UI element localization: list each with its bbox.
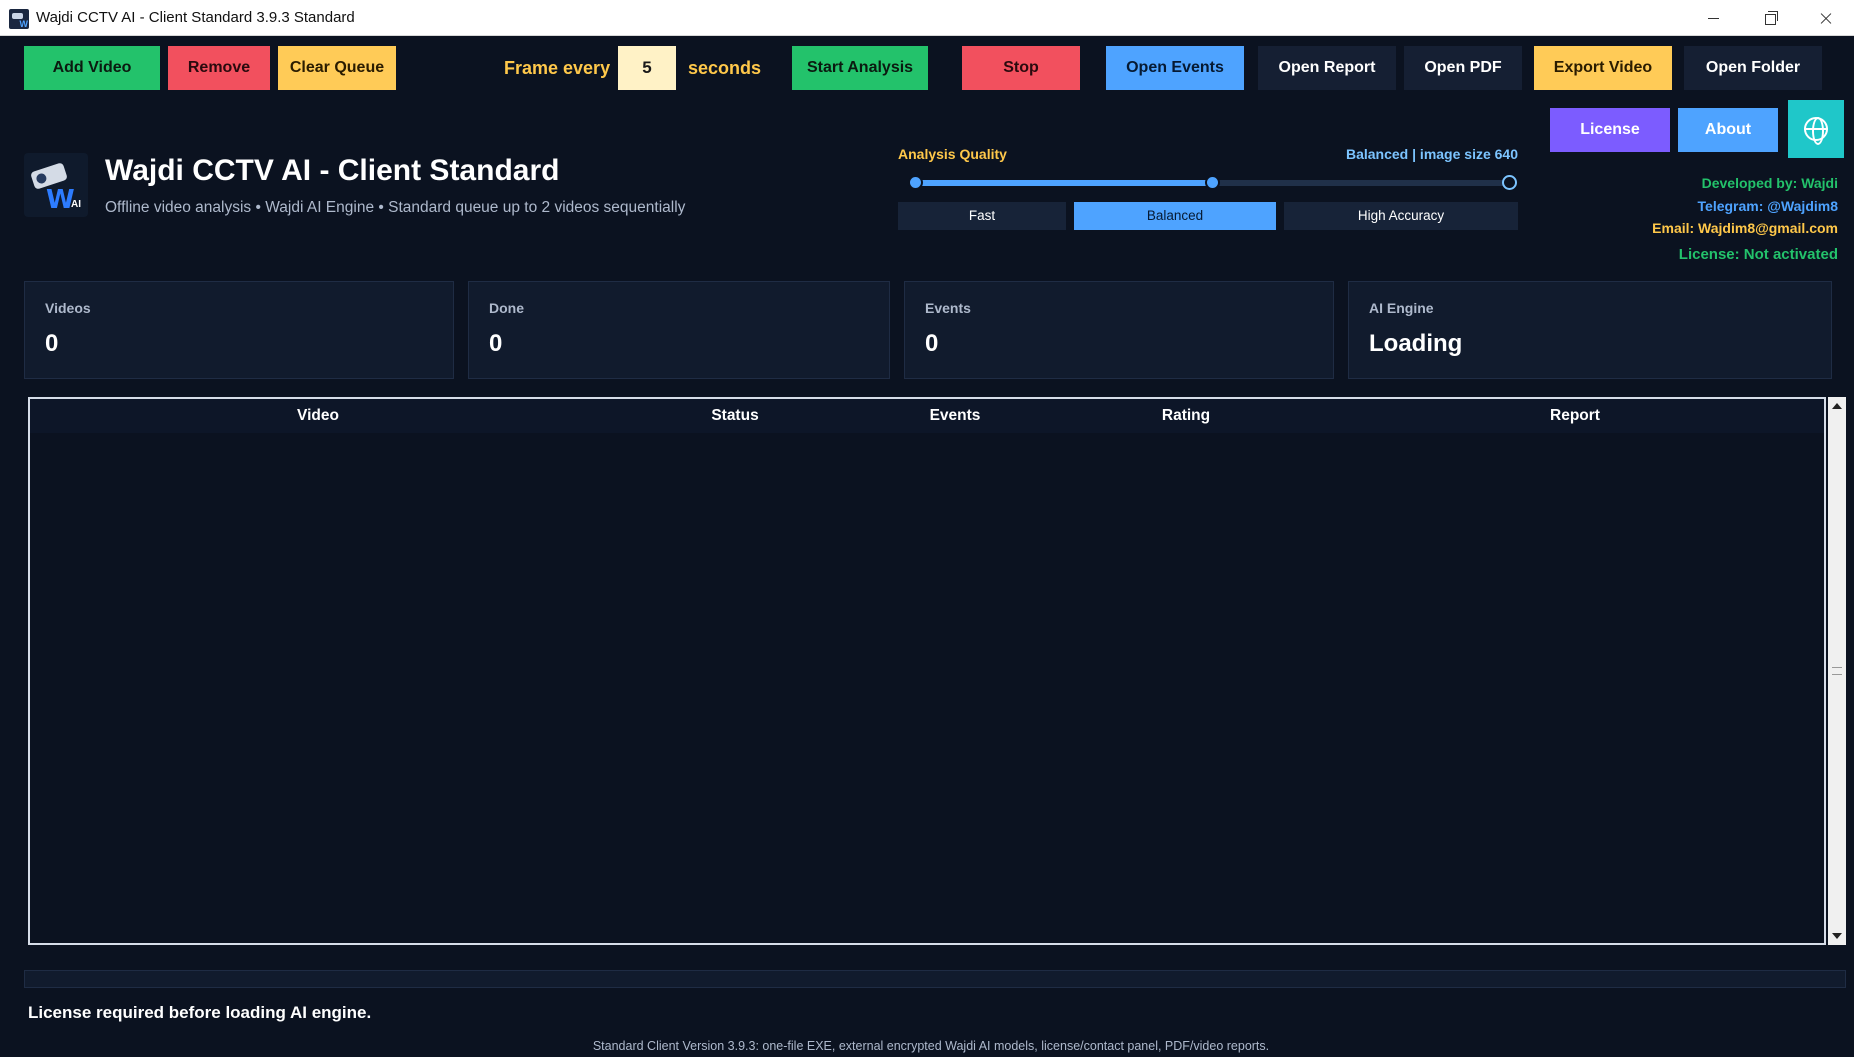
footer-version-info: Standard Client Version 3.9.3: one-file … <box>592 1039 1270 1053</box>
stat-card-ai-engine: AI Engine Loading <box>1348 281 1832 379</box>
scroll-down-icon[interactable] <box>1828 927 1846 945</box>
app-icon <box>9 9 29 29</box>
scroll-grip[interactable] <box>1832 667 1842 675</box>
stat-card-videos: Videos 0 <box>24 281 454 379</box>
start-analysis-button[interactable]: Start Analysis <box>792 46 928 90</box>
quality-stop-fast[interactable] <box>908 175 923 190</box>
open-pdf-button[interactable]: Open PDF <box>1404 46 1522 90</box>
stat-card-events: Events 0 <box>904 281 1334 379</box>
quality-slider-thumb[interactable] <box>1205 175 1220 190</box>
stop-button[interactable]: Stop <box>962 46 1080 90</box>
quality-value: Balanced | image size 640 <box>1345 146 1518 162</box>
quality-option-balanced[interactable]: Balanced <box>1074 202 1276 230</box>
license-status: License: Not activated <box>1678 246 1838 263</box>
open-events-button[interactable]: Open Events <box>1106 46 1244 90</box>
minimize-icon[interactable] <box>1686 0 1742 36</box>
column-header-rating[interactable]: Rating <box>1046 399 1326 433</box>
window-title: Wajdi CCTV AI - Client Standard 3.9.3 St… <box>36 9 355 26</box>
quality-slider[interactable] <box>908 175 1517 190</box>
scroll-up-icon[interactable] <box>1828 397 1846 415</box>
quality-stop-high[interactable] <box>1502 175 1517 190</box>
table-header: Video Status Events Rating Report <box>30 399 1824 433</box>
quality-option-high-accuracy[interactable]: High Accuracy <box>1284 202 1518 230</box>
stat-value: 0 <box>489 330 503 357</box>
frame-interval-input[interactable]: 5 <box>618 46 676 90</box>
add-video-button[interactable]: Add Video <box>24 46 160 90</box>
stat-value: Loading <box>1369 330 1463 357</box>
developer-credit: Developed by: Wajdi <box>1701 175 1838 191</box>
email-contact: Email: Wajdim8@gmail.com <box>1652 220 1838 236</box>
telegram-contact: Telegram: @Wajdim8 <box>1697 198 1838 214</box>
close-icon[interactable] <box>1798 0 1854 36</box>
stat-card-done: Done 0 <box>468 281 890 379</box>
seconds-label: seconds <box>688 58 762 78</box>
stat-value: 0 <box>45 330 59 357</box>
stat-label: Videos <box>45 300 91 316</box>
quality-option-fast[interactable]: Fast <box>898 202 1066 230</box>
license-button[interactable]: License <box>1550 108 1670 152</box>
open-folder-button[interactable]: Open Folder <box>1684 46 1822 90</box>
app-subtitle: Offline video analysis • Wajdi AI Engine… <box>105 199 686 216</box>
open-report-button[interactable]: Open Report <box>1258 46 1396 90</box>
language-button[interactable] <box>1788 100 1844 158</box>
column-header-report[interactable]: Report <box>1326 399 1824 433</box>
video-queue-table[interactable]: Video Status Events Rating Report <box>28 397 1826 945</box>
export-video-button[interactable]: Export Video <box>1534 46 1672 90</box>
column-header-video[interactable]: Video <box>30 399 606 433</box>
window-titlebar: Wajdi CCTV AI - Client Standard 3.9.3 St… <box>0 0 1854 36</box>
clear-queue-button[interactable]: Clear Queue <box>278 46 396 90</box>
stat-value: 0 <box>925 330 939 357</box>
stat-label: Done <box>489 300 524 316</box>
about-button[interactable]: About <box>1678 108 1778 152</box>
quality-label: Analysis Quality <box>898 146 1007 162</box>
column-header-status[interactable]: Status <box>606 399 864 433</box>
logo-ai-mark: AI <box>71 199 81 210</box>
restore-icon[interactable] <box>1742 0 1798 36</box>
status-message: License required before loading AI engin… <box>28 1003 372 1022</box>
column-header-events[interactable]: Events <box>864 399 1046 433</box>
app-window: Add Video Remove Clear Queue Frame every… <box>8 36 1854 1057</box>
frame-every-label: Frame every <box>504 58 611 78</box>
stat-label: AI Engine <box>1369 300 1434 316</box>
remove-button[interactable]: Remove <box>168 46 270 90</box>
table-scrollbar[interactable] <box>1828 397 1846 945</box>
quality-slider-fill <box>915 180 1212 186</box>
stat-label: Events <box>925 300 971 316</box>
app-title: Wajdi CCTV AI - Client Standard <box>105 154 560 187</box>
globe-icon <box>1804 117 1828 145</box>
analysis-progress-bar <box>24 970 1846 988</box>
app-logo: W AI <box>24 153 88 217</box>
